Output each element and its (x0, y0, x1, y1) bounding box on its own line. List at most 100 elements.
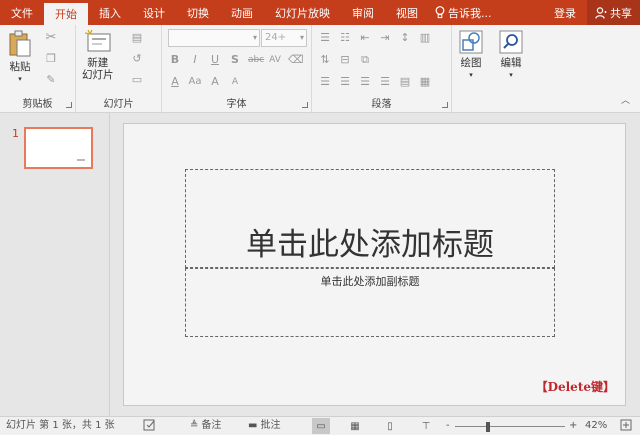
paste-button[interactable]: 粘贴 ▾ (8, 29, 32, 85)
font-size-value: 24+ (265, 32, 287, 43)
drawing-button[interactable]: 绘图 ▾ (458, 29, 484, 81)
ribbon: 粘贴 ▾ ✂ ❐ ✎ 剪贴板 新建 幻灯片 ▤ ↺ ▭ 幻灯片 ▾ 24+ ▾ B… (0, 25, 640, 113)
paragraph-launcher[interactable] (442, 102, 448, 108)
zoom-in-button[interactable]: + (569, 419, 577, 433)
tab-review[interactable]: 审阅 (341, 0, 385, 25)
lightbulb-icon (435, 6, 445, 19)
drawing-group: 绘图 ▾ (452, 25, 494, 113)
layout-icon[interactable]: ▤ (130, 31, 144, 45)
editing-group: 编辑 ▾ (494, 25, 534, 113)
align-text-icon[interactable]: ⊟ (338, 53, 352, 67)
cut-icon[interactable]: ✂ (44, 31, 58, 45)
sign-in-link[interactable]: 登录 (543, 0, 587, 25)
slides-group-label: 幻灯片 (103, 99, 134, 110)
zoom-slider-thumb[interactable] (486, 422, 490, 432)
tab-transitions[interactable]: 切换 (176, 0, 220, 25)
new-slide-button[interactable]: 新建 幻灯片 (82, 29, 114, 81)
title-placeholder-text: 单击此处添加标题 (246, 227, 494, 263)
title-placeholder[interactable]: 单击此处添加标题 (185, 169, 555, 268)
align-left-icon[interactable]: ☰ (318, 75, 332, 89)
increase-indent-icon[interactable]: ⇥ (378, 31, 392, 45)
font-color-icon[interactable]: A (168, 75, 182, 89)
tab-home[interactable]: 开始 (44, 3, 88, 25)
column-layout-icon[interactable]: ▦ (418, 75, 432, 89)
notes-label: 备注 (201, 420, 222, 431)
copy-icon[interactable]: ❐ (44, 52, 58, 66)
person-icon (595, 6, 607, 19)
comments-label: 批注 (260, 420, 281, 431)
decrease-indent-icon[interactable]: ⇤ (358, 31, 372, 45)
editing-button[interactable]: 编辑 ▾ (498, 29, 524, 81)
collapse-ribbon-icon[interactable]: ︿ (621, 93, 630, 106)
clipboard-group-label: 剪贴板 (22, 99, 53, 110)
tab-animations[interactable]: 动画 (220, 0, 264, 25)
shrink-font-icon[interactable]: A (228, 75, 242, 89)
chevron-down-icon: ▾ (299, 33, 304, 42)
tab-design[interactable]: 设计 (132, 0, 176, 25)
font-size-combo[interactable]: 24+ ▾ (261, 29, 307, 47)
tab-view[interactable]: 视图 (385, 0, 429, 25)
grow-font-icon[interactable]: A (208, 75, 222, 89)
char-spacing-icon[interactable]: AV (268, 53, 282, 67)
zoom-slider-track[interactable] (455, 426, 565, 427)
status-bar: 幻灯片 第 1 张，共 1 张 ≜ 备注 ▬ 批注 ▭ ▦ ▯ ⊤ - + 42… (0, 416, 640, 435)
clipboard-icon (9, 30, 31, 57)
tab-insert[interactable]: 插入 (88, 0, 132, 25)
italic-icon[interactable]: I (188, 53, 202, 67)
new-slide-icon (84, 29, 111, 52)
bullets-icon[interactable]: ☰ (318, 31, 332, 45)
slide-sorter-button[interactable]: ▦ (346, 418, 364, 434)
chevron-down-icon: ▾ (18, 75, 22, 83)
notes-icon: ≜ (190, 420, 199, 431)
tab-slideshow[interactable]: 幻灯片放映 (264, 0, 341, 25)
chevron-down-icon: ▾ (509, 71, 513, 79)
columns-icon[interactable]: ▥ (418, 31, 432, 45)
align-center-icon[interactable]: ☰ (338, 75, 352, 89)
font-group-label: 字体 (226, 99, 247, 110)
bold-icon[interactable]: B (168, 53, 182, 67)
clear-format-icon[interactable]: ⌫ (288, 53, 304, 67)
smartart-icon[interactable]: ⧉ (358, 53, 372, 67)
font-launcher[interactable] (302, 102, 308, 108)
text-direction-icon[interactable]: ⇅ (318, 53, 332, 67)
normal-view-button[interactable]: ▭ (312, 418, 330, 434)
slide-canvas[interactable]: 单击此处添加标题 单击此处添加副标题 【Delete键】 (123, 123, 626, 406)
fit-to-window-icon[interactable] (620, 419, 632, 431)
tell-me-box[interactable]: 告诉我... (429, 0, 498, 25)
comments-button[interactable]: ▬ 批注 (248, 419, 280, 433)
font-name-combo[interactable]: ▾ (168, 29, 260, 47)
clipboard-launcher[interactable] (66, 102, 72, 108)
delete-key-annotation: 【Delete键】 (535, 380, 615, 394)
zoom-level[interactable]: 42% (585, 419, 607, 433)
find-icon (499, 30, 523, 54)
slideshow-view-button[interactable]: ⊤ (417, 418, 435, 434)
reading-view-button[interactable]: ▯ (381, 418, 399, 434)
zoom-out-button[interactable]: - (446, 419, 450, 433)
tab-file[interactable]: 文件 (0, 0, 44, 25)
paste-label: 粘贴 (9, 61, 31, 73)
reset-icon[interactable]: ↺ (130, 52, 144, 66)
strikethrough-icon[interactable]: abc (248, 53, 264, 67)
change-case-icon[interactable]: Aa (188, 75, 202, 89)
new-slide-label-1: 新建 (87, 57, 109, 69)
spellcheck-icon[interactable] (143, 419, 157, 431)
align-right-icon[interactable]: ☰ (358, 75, 372, 89)
underline-icon[interactable]: U (208, 53, 222, 67)
slide-thumbnail[interactable] (24, 127, 93, 169)
share-button[interactable]: 共享 (587, 0, 640, 25)
format-painter-icon[interactable]: ✎ (44, 73, 58, 87)
subtitle-placeholder[interactable]: 单击此处添加副标题 (185, 268, 555, 337)
shadow-icon[interactable]: S (228, 53, 242, 67)
distribute-icon[interactable]: ▤ (398, 75, 412, 89)
justify-icon[interactable]: ☰ (378, 75, 392, 89)
thumbnail-mark (77, 159, 85, 161)
slide-thumbnail-pane: 1 (0, 113, 110, 416)
numbering-icon[interactable]: ☷ (338, 31, 352, 45)
subtitle-placeholder-text: 单击此处添加副标题 (320, 275, 420, 288)
section-icon[interactable]: ▭ (130, 73, 144, 87)
font-group: ▾ 24+ ▾ B I U S abc AV ⌫ A Aa A A 字体 (162, 25, 312, 113)
justify-row: ☰ ☰ ☰ ☰ ▤ ▦ (318, 75, 432, 89)
slide-editing-area: 单击此处添加标题 单击此处添加副标题 【Delete键】 (111, 113, 640, 416)
line-spacing-icon[interactable]: ↕ (398, 31, 412, 45)
notes-button[interactable]: ≜ 备注 (190, 419, 221, 433)
